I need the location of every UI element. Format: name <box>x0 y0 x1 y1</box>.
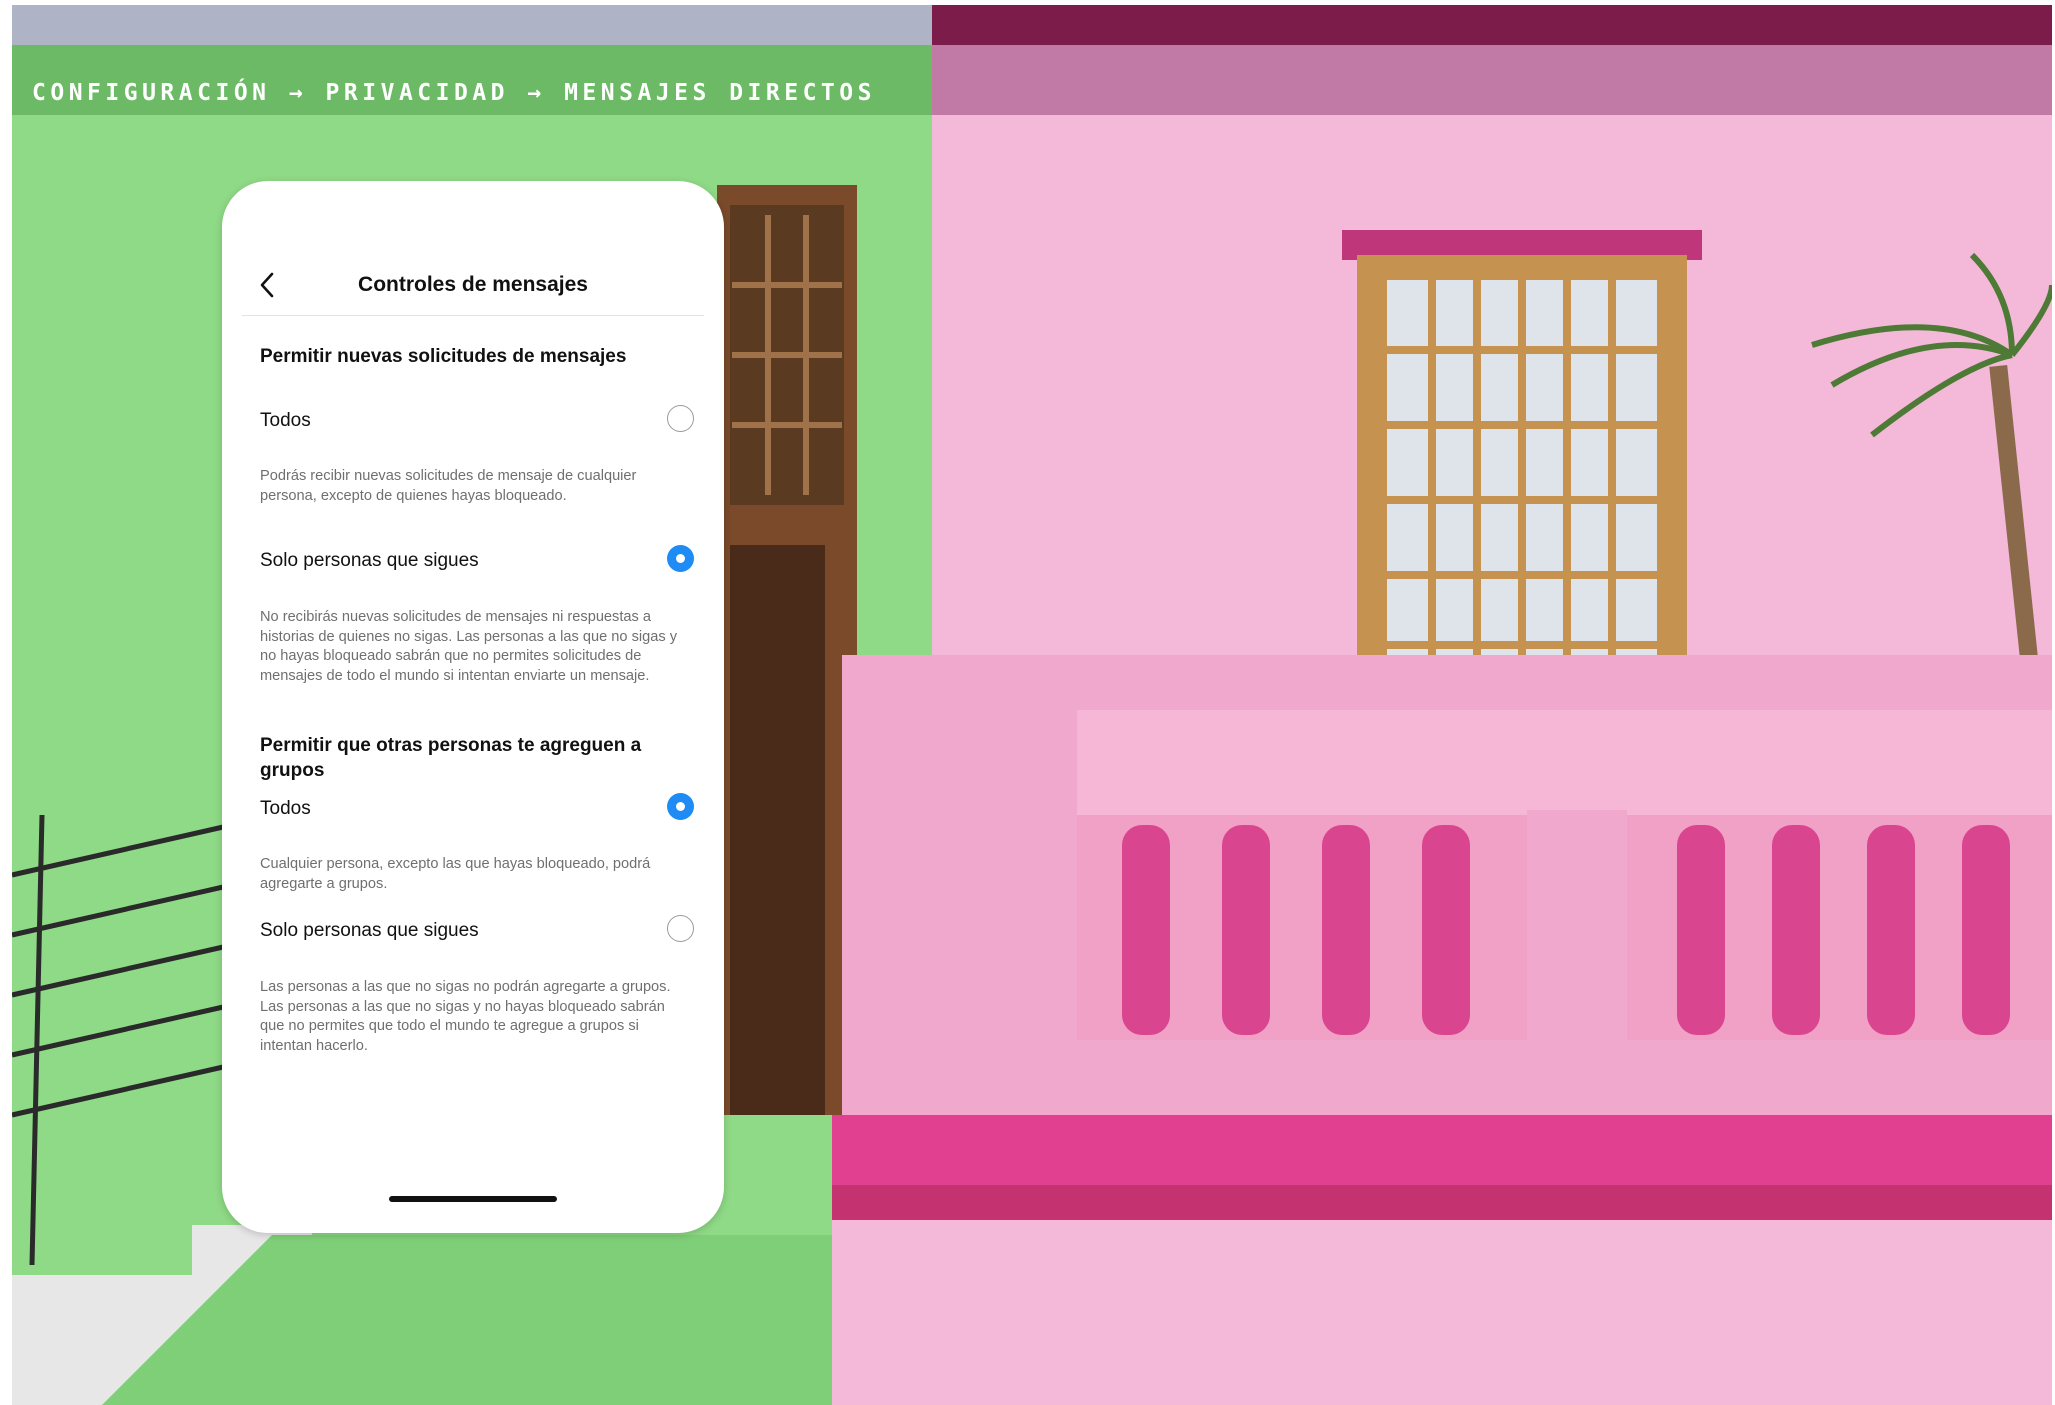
nav-bar: Controles de mensajes <box>242 261 704 316</box>
option-requests-following[interactable]: Solo personas que sigues <box>260 541 694 581</box>
radio-unselected-icon[interactable] <box>667 915 694 942</box>
home-indicator <box>389 1196 557 1202</box>
option-label: Solo personas que sigues <box>260 920 479 941</box>
option-description: Cualquier persona, excepto las que hayas… <box>260 856 651 892</box>
section-title-groups: Permitir que otras personas te agreguen … <box>260 735 642 781</box>
breadcrumb: CONFIGURACIÓN → PRIVACIDAD → MENSAJES DI… <box>32 80 876 106</box>
option-label: Todos <box>260 798 311 819</box>
option-description: Las personas a las que no sigas no podrá… <box>260 979 671 1054</box>
option-label: Todos <box>260 410 311 431</box>
option-description: No recibirás nuevas solicitudes de mensa… <box>260 609 677 684</box>
page-title: Controles de mensajes <box>358 273 588 296</box>
background-photo: CONFIGURACIÓN → PRIVACIDAD → MENSAJES DI… <box>12 5 2052 1405</box>
radio-selected-icon[interactable] <box>667 793 694 820</box>
option-groups-everyone[interactable]: Todos <box>260 789 694 829</box>
phone-screen: Controles de mensajes Permitir nuevas so… <box>222 181 724 1233</box>
radio-unselected-icon[interactable] <box>667 405 694 432</box>
option-label: Solo personas que sigues <box>260 550 479 571</box>
radio-selected-icon[interactable] <box>667 545 694 572</box>
option-description: Podrás recibir nuevas solicitudes de men… <box>260 468 637 504</box>
option-requests-everyone[interactable]: Todos <box>260 401 694 441</box>
section-title-message-requests: Permitir nuevas solicitudes de mensajes <box>260 346 627 367</box>
option-groups-following[interactable]: Solo personas que sigues <box>260 911 694 951</box>
